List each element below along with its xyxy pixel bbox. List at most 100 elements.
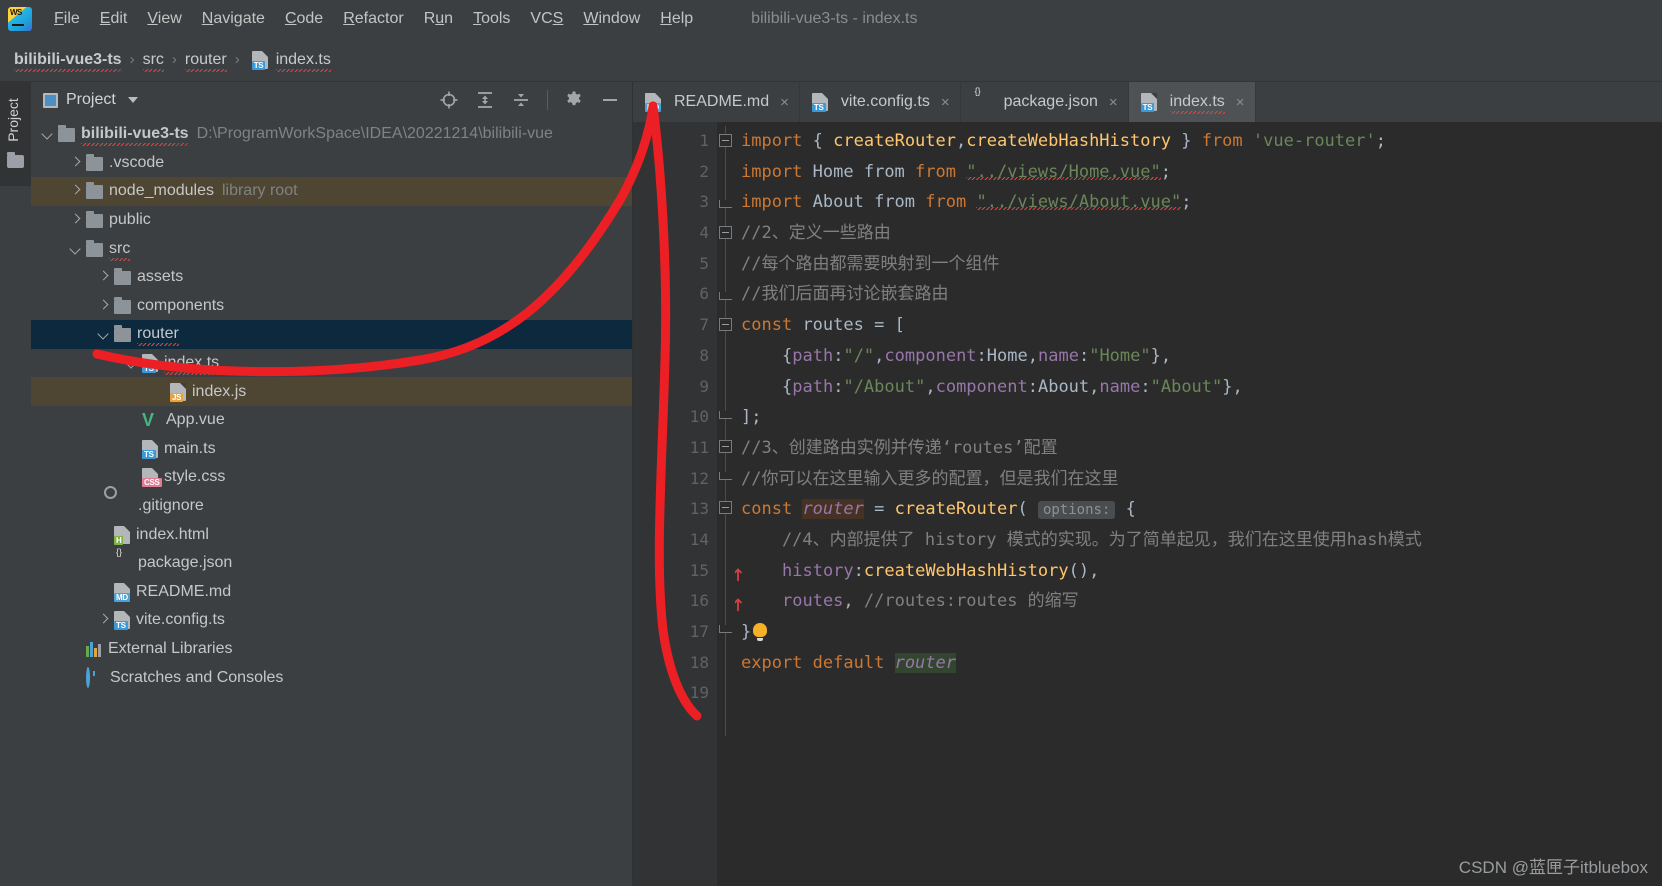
menu-help[interactable]: Help xyxy=(650,8,703,30)
fold-guide-line xyxy=(725,126,726,736)
close-icon[interactable]: × xyxy=(1236,94,1245,111)
editor-tab-readme-md[interactable]: MDREADME.md× xyxy=(633,82,800,122)
tree-item-external-libraries[interactable]: External Libraries xyxy=(31,635,632,664)
fold-marker[interactable] xyxy=(719,318,732,331)
tool-window-stripe-filler xyxy=(0,186,31,886)
code-line: //3、创建路由实例并传递‘routes’配置 xyxy=(735,433,1662,464)
scratches-icon xyxy=(86,669,104,687)
tree-item-router[interactable]: router xyxy=(31,320,632,349)
line-number: 150 xyxy=(633,556,717,587)
gear-icon[interactable] xyxy=(564,90,584,110)
menu-vcs[interactable]: VCS xyxy=(520,8,573,30)
tree-item-components[interactable]: components xyxy=(31,292,632,321)
tree-item-bilibili-vue3-ts[interactable]: bilibili-vue3-tsD:\ProgramWorkSpace\IDEA… xyxy=(31,120,632,149)
expand-all-icon[interactable] xyxy=(475,90,495,110)
minimize-icon[interactable] xyxy=(600,90,620,110)
tree-item-label: node_modules xyxy=(109,182,214,200)
spacer xyxy=(69,671,83,685)
fold-marker-end[interactable] xyxy=(719,411,732,419)
tree-item-label: src xyxy=(109,240,130,258)
code-content[interactable]: import { createRouter,createWebHashHisto… xyxy=(735,122,1662,886)
spacer xyxy=(69,642,83,656)
line-number: 17 xyxy=(633,617,717,648)
close-icon[interactable]: × xyxy=(780,94,789,111)
tree-item-node-modules[interactable]: node_moduleslibrary root xyxy=(31,177,632,206)
line-number: 13 xyxy=(633,494,717,525)
tree-item-style-css[interactable]: CSSstyle.css xyxy=(31,463,632,492)
spacer xyxy=(153,385,167,399)
fold-marker-end[interactable] xyxy=(719,200,732,208)
tree-item-assets[interactable]: assets xyxy=(31,263,632,292)
menu-refactor[interactable]: Refactor xyxy=(333,8,413,30)
fold-marker[interactable] xyxy=(719,134,732,147)
chevron-down-icon[interactable] xyxy=(97,327,111,341)
chevron-down-icon[interactable] xyxy=(125,356,139,370)
close-icon[interactable]: × xyxy=(1109,94,1118,111)
chevron-right-icon[interactable] xyxy=(69,184,83,198)
fold-marker[interactable] xyxy=(719,501,732,514)
code-line: //2、定义一些路由 xyxy=(735,218,1662,249)
external-libraries-icon xyxy=(86,641,102,657)
project-file-tree[interactable]: bilibili-vue3-tsD:\ProgramWorkSpace\IDEA… xyxy=(31,118,632,692)
tree-item-label: App.vue xyxy=(166,411,225,429)
folder-icon[interactable] xyxy=(7,155,24,168)
menu-tools[interactable]: Tools xyxy=(463,8,520,30)
tree-item-src[interactable]: src xyxy=(31,234,632,263)
menu-code[interactable]: Code xyxy=(275,8,333,30)
tree-item-index-html[interactable]: Hindex.html xyxy=(31,520,632,549)
tree-item-readme-md[interactable]: MDREADME.md xyxy=(31,578,632,607)
tree-item-label: components xyxy=(137,297,224,315)
tree-item-package-json[interactable]: package.json xyxy=(31,549,632,578)
fold-marker[interactable] xyxy=(719,440,732,453)
project-tool-window: Project bilibili xyxy=(31,82,633,886)
chevron-down-icon[interactable] xyxy=(41,127,55,141)
close-icon[interactable]: × xyxy=(941,94,950,111)
tree-item-app-vue[interactable]: VApp.vue xyxy=(31,406,632,435)
chevron-right-icon[interactable] xyxy=(97,613,111,627)
fold-marker-end[interactable] xyxy=(719,472,732,480)
fold-marker-end[interactable] xyxy=(719,292,732,300)
menu-file[interactable]: File xyxy=(44,8,90,30)
tab-label: vite.config.ts xyxy=(841,93,930,111)
breadcrumb-item-router[interactable]: router xyxy=(185,51,227,69)
tree-item-label: router xyxy=(137,325,179,343)
menu-view[interactable]: View xyxy=(137,8,191,30)
tree-item-public[interactable]: public xyxy=(31,206,632,235)
fold-marker[interactable] xyxy=(719,226,732,239)
editor-tab-package-json[interactable]: package.json× xyxy=(961,82,1129,122)
code-editor[interactable]: 1234567891011121314150160171819 import {… xyxy=(633,122,1662,886)
tree-item-index-ts[interactable]: TSindex.ts xyxy=(31,349,632,378)
tree-item-vite-config-ts[interactable]: TSvite.config.ts xyxy=(31,606,632,635)
menu-window[interactable]: Window xyxy=(573,8,650,30)
ts-file-icon: TS xyxy=(252,51,268,69)
collapse-all-icon[interactable] xyxy=(511,90,531,110)
chevron-down-icon[interactable] xyxy=(128,97,138,103)
fold-marker-end[interactable] xyxy=(719,625,732,633)
breadcrumb-item-file[interactable]: index.ts xyxy=(276,51,331,69)
breadcrumb-item-src[interactable]: src xyxy=(143,51,164,69)
code-line: {path:"/About",component:About,name:"Abo… xyxy=(735,372,1662,403)
tree-item--vscode[interactable]: .vscode xyxy=(31,149,632,178)
chevron-down-icon[interactable] xyxy=(69,242,83,256)
code-folding-column[interactable] xyxy=(717,122,735,886)
intention-bulb-icon[interactable] xyxy=(753,623,767,637)
stripe-label-project[interactable]: Project xyxy=(5,85,21,155)
chevron-right-icon[interactable] xyxy=(69,213,83,227)
chevron-right-icon[interactable] xyxy=(97,299,111,313)
tree-item-scratches-and-consoles[interactable]: Scratches and Consoles xyxy=(31,663,632,692)
chevron-right-icon[interactable] xyxy=(97,270,111,284)
menu-edit[interactable]: Edit xyxy=(90,8,138,30)
editor-tab-vite-config-ts[interactable]: TSvite.config.ts× xyxy=(800,82,961,122)
line-number: 2 xyxy=(633,157,717,188)
locate-icon[interactable] xyxy=(439,90,459,110)
menu-run[interactable]: Run xyxy=(414,8,463,30)
tree-item-index-js[interactable]: JSindex.js xyxy=(31,377,632,406)
chevron-right-icon[interactable] xyxy=(69,156,83,170)
tree-item-label: style.css xyxy=(164,468,225,486)
breadcrumb-item-project[interactable]: bilibili-vue3-ts xyxy=(14,51,122,69)
tree-item--gitignore[interactable]: .gitignore xyxy=(31,492,632,521)
menu-navigate[interactable]: Navigate xyxy=(192,8,275,30)
tree-item-main-ts[interactable]: TSmain.ts xyxy=(31,435,632,464)
line-number: 19 xyxy=(633,678,717,709)
editor-tab-index-ts[interactable]: TSindex.ts× xyxy=(1129,82,1256,122)
